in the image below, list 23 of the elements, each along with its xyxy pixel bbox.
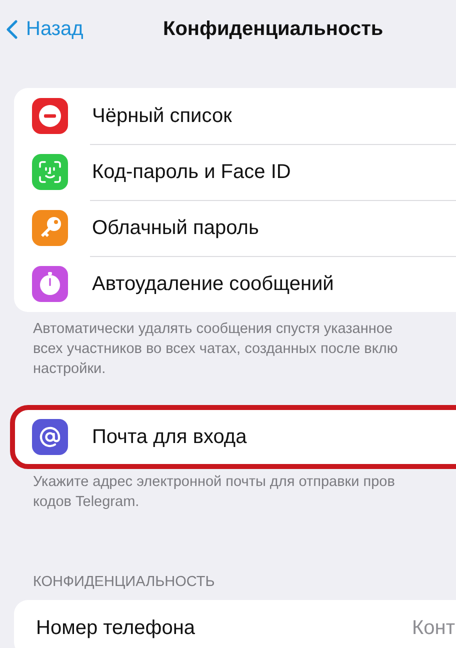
row-label: Автоудаление сообщений	[92, 272, 334, 296]
row-label: Чёрный список	[92, 104, 232, 128]
settings-row[interactable]: Чёрный список	[14, 88, 456, 144]
row-label: Почта для входа	[92, 426, 247, 448]
row-value: Конт	[412, 616, 455, 640]
row-label: Номер телефона	[36, 616, 196, 640]
settings-row[interactable]: Номер телефона Конт	[14, 600, 456, 648]
section-footer-text: Укажите адрес электронной почты для отправки пров	[33, 473, 396, 492]
section-footer-text: настройки.	[33, 360, 107, 379]
settings-row[interactable]: Почта для входа	[14, 409, 456, 465]
stopwatch-icon	[32, 266, 68, 302]
at-sign-icon	[32, 419, 68, 455]
blocked-icon	[32, 98, 68, 134]
chevron-left-icon	[6, 18, 18, 40]
screen-title: Конфиденциальность	[163, 18, 384, 40]
section-header: КОНФИДЕНЦИАЛЬНОСТЬ	[33, 574, 216, 590]
row-label: Код-пароль и Face ID	[92, 160, 291, 184]
section-footer-text: всех участников во всех чатах, созданных после вклю	[33, 340, 399, 359]
row-label: Облачный пароль	[92, 216, 259, 240]
key-icon	[32, 210, 68, 246]
section-footer-text: Автоматически удалять сообщения спустя указанное	[33, 320, 394, 339]
face-scan-icon	[32, 154, 68, 190]
section-footer-text: кодов Telegram.	[33, 493, 140, 512]
